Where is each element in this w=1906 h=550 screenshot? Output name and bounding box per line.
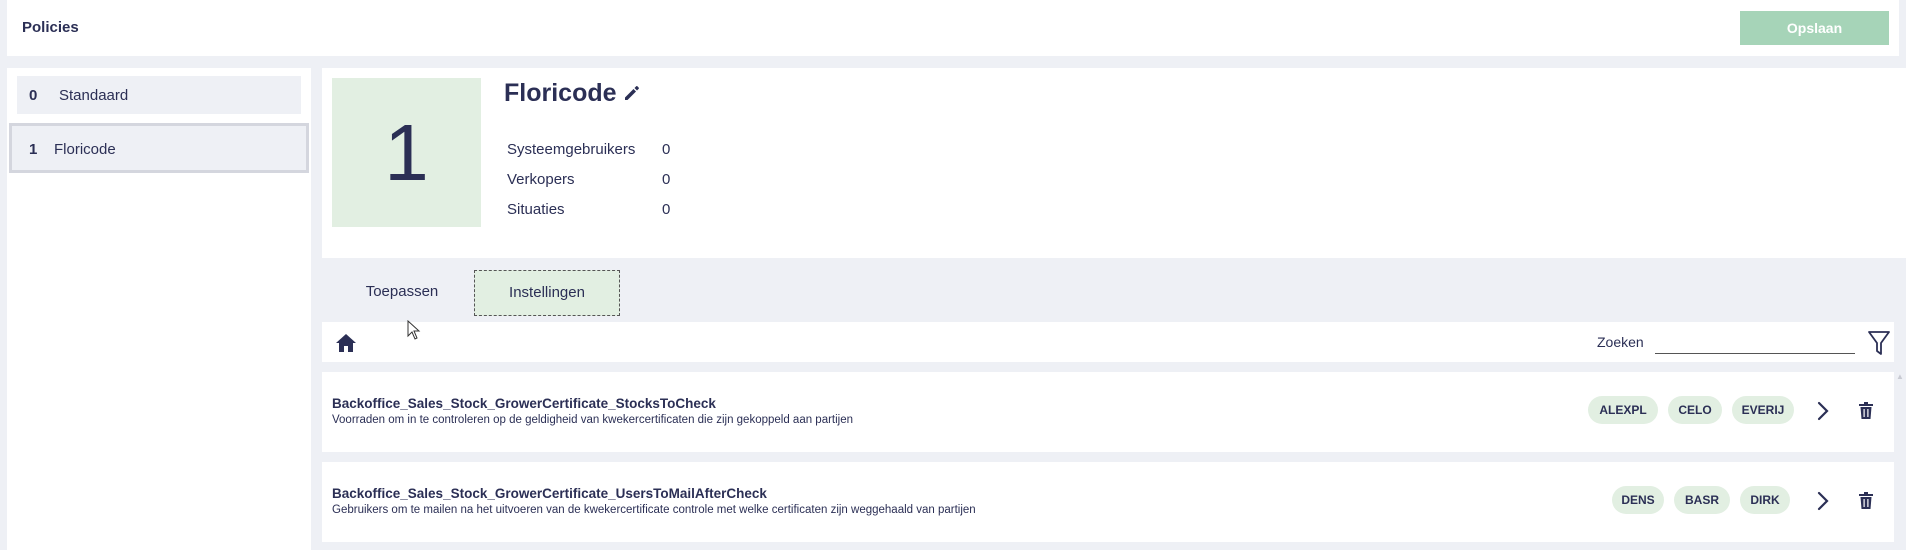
setting-description: Gebruikers om te mailen na het uitvoeren… [332,504,976,516]
stat-value: 0 [662,171,671,188]
search-label: Zoeken [1597,334,1644,350]
user-chip[interactable]: BASR [1674,486,1730,514]
policy-item-number: 1 [29,141,38,158]
user-chip[interactable]: ALEXPL [1588,396,1658,424]
setting-card[interactable]: Backoffice_Sales_Stock_GrowerCertificate… [322,462,1894,542]
trash-icon[interactable] [1858,402,1874,420]
save-button[interactable]: Opslaan [1740,11,1889,45]
chevron-right-icon[interactable] [1816,400,1830,422]
user-chip[interactable]: DENS [1612,486,1664,514]
tab-toepassen[interactable]: Toepassen [342,270,462,316]
policy-item-number: 0 [29,87,38,104]
scrollbar-arrow[interactable]: ▲ [1896,372,1904,381]
user-chip[interactable]: CELO [1668,396,1722,424]
policy-item-label: Floricode [54,141,116,158]
policy-item-label: Standaard [59,87,129,104]
setting-name: Backoffice_Sales_Stock_GrowerCertificate… [332,486,767,501]
policy-name: Floricode [504,79,617,107]
stat-label: Verkopers [507,171,575,188]
edit-icon[interactable] [622,83,642,103]
mouse-cursor-icon [407,320,421,340]
user-chip[interactable]: EVERIJ [1732,396,1794,424]
page-title: Policies [22,19,79,36]
stat-value: 0 [662,141,671,158]
tab-instellingen[interactable]: Instellingen [474,270,620,316]
top-bar: Policies Opslaan [7,0,1899,56]
home-icon[interactable] [335,332,357,354]
chevron-right-icon[interactable] [1816,490,1830,512]
policy-item-standaard[interactable]: 0 Standaard [17,76,301,114]
search-input[interactable] [1655,330,1855,354]
policy-item-floricode[interactable]: 1 Floricode [9,123,309,173]
setting-card[interactable]: Backoffice_Sales_Stock_GrowerCertificate… [322,372,1894,452]
stat-value: 0 [662,201,671,218]
filter-icon[interactable] [1867,330,1891,356]
user-chip[interactable]: DIRK [1740,486,1790,514]
stat-row: Systeemgebruikers 0 [507,141,707,171]
stat-row: Situaties 0 [507,201,707,231]
policy-stats: Systeemgebruikers 0 Verkopers 0 Situatie… [507,141,707,231]
setting-name: Backoffice_Sales_Stock_GrowerCertificate… [332,396,716,411]
policy-detail: 1 Floricode Systeemgebruikers 0 Verkoper… [322,68,1906,258]
stat-row: Verkopers 0 [507,171,707,201]
policy-number-tile: 1 [332,78,481,227]
settings-toolbar: Zoeken [322,322,1894,362]
trash-icon[interactable] [1858,492,1874,510]
stat-label: Systeemgebruikers [507,141,636,158]
stat-label: Situaties [507,201,565,218]
policy-list: 0 Standaard 1 Floricode [7,68,311,550]
setting-description: Voorraden om in te controleren op de gel… [332,414,854,426]
